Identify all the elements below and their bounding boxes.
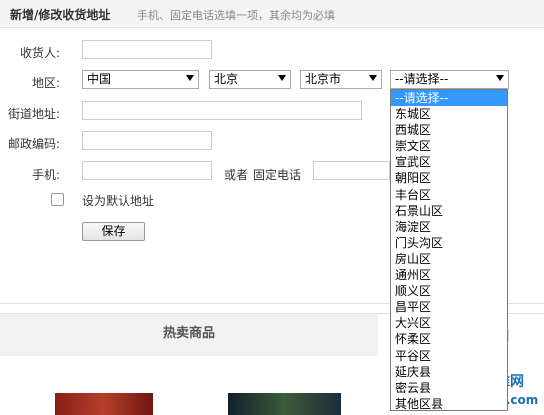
dropdown-option[interactable]: 大兴区 (391, 315, 507, 331)
country-select[interactable]: 中国 (82, 70, 199, 89)
district-select-value: 北京市 (305, 72, 342, 86)
product-thumbnail[interactable] (228, 393, 341, 415)
street-label: 街道地址: (7, 107, 60, 121)
or-text: 或者 (224, 168, 249, 182)
hot-products-label: 热卖商品 (162, 326, 215, 341)
dropdown-option[interactable]: 怀柔区 (391, 331, 507, 347)
city-select-value: 北京 (214, 72, 239, 86)
county-dropdown-list[interactable]: --请选择-- 东城区 西城区 崇文区 宣武区 朝阳区 丰台区 石景山区 海淀区 门头沟区 房山区通… (390, 89, 508, 411)
default-address-label: 设为默认地址 (82, 194, 155, 208)
dropdown-option[interactable]: 平谷区 (391, 348, 507, 364)
dropdown-option[interactable]: 延庆县 (391, 364, 507, 380)
postcode-label: 邮政编码: (7, 137, 60, 151)
phone-label: 固定电话 (253, 168, 302, 182)
district-select[interactable]: 北京市 (300, 70, 382, 89)
dropdown-option[interactable]: 宣武区 (391, 154, 507, 170)
dropdown-option[interactable]: --请选择-- (391, 90, 507, 107)
county-select[interactable]: --请选择-- (390, 70, 509, 89)
dropdown-option[interactable]: 昌平区 (391, 299, 507, 315)
county-select-value: --请选择-- (395, 72, 449, 86)
dropdown-option[interactable]: 西城区 (391, 122, 507, 138)
form-hint: 手机、固定电话选填一项，其余均为必填 (137, 9, 335, 22)
chevron-down-icon (369, 75, 377, 81)
chevron-down-icon (186, 75, 194, 81)
region-label: 地区: (31, 76, 60, 90)
dropdown-option[interactable]: 朝阳区 (391, 170, 507, 186)
dropdown-option[interactable]: 顺义区 (391, 283, 507, 299)
dropdown-option[interactable]: 崇文区 (391, 138, 507, 154)
receiver-input[interactable] (82, 40, 212, 59)
dropdown-option[interactable]: 丰台区 (391, 187, 507, 203)
country-select-value: 中国 (87, 72, 112, 86)
receiver-label: 收货人: (19, 46, 60, 60)
postcode-input[interactable] (82, 131, 212, 150)
city-select[interactable]: 北京 (209, 70, 291, 89)
dropdown-option[interactable]: 石景山区 (391, 203, 507, 219)
save-button[interactable]: 保存 (82, 222, 145, 241)
street-input[interactable] (82, 101, 362, 120)
mobile-label: 手机: (31, 168, 60, 182)
chevron-down-icon (496, 75, 504, 81)
chevron-down-icon (278, 75, 286, 81)
dropdown-option[interactable]: 房山区 (391, 251, 507, 267)
default-address-checkbox[interactable] (51, 193, 64, 206)
dropdown-option[interactable]: 门头沟区 (391, 235, 507, 251)
dropdown-option[interactable]: 其他区县 (391, 396, 507, 410)
product-thumbnail[interactable] (55, 393, 153, 415)
mobile-input[interactable] (82, 161, 212, 180)
dropdown-option[interactable]: 海淀区 (391, 219, 507, 235)
page-title: 新增/修改收货地址 (10, 8, 111, 22)
dropdown-option[interactable]: 通州区 (391, 267, 507, 283)
dropdown-option[interactable]: 东城区 (391, 106, 507, 122)
dropdown-option[interactable]: 密云县 (391, 380, 507, 396)
phone-input[interactable] (313, 161, 390, 180)
